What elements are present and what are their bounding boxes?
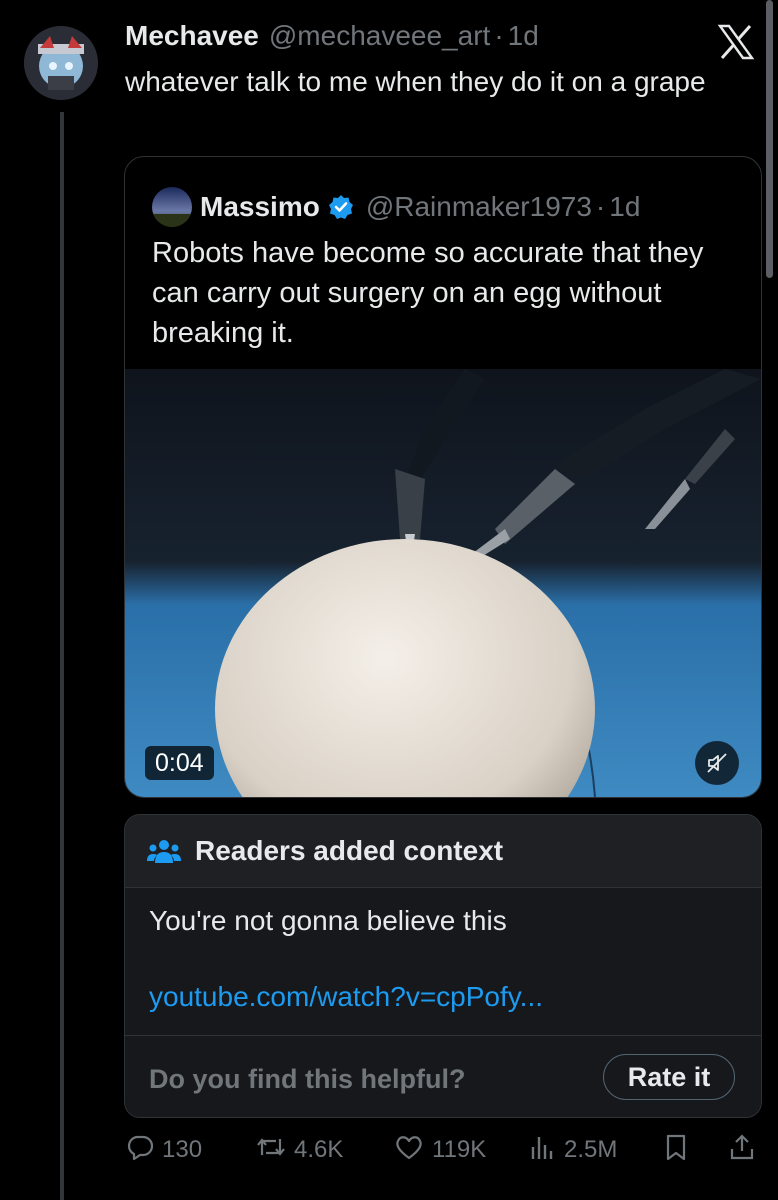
note-body: You're not gonna believe this xyxy=(149,905,507,936)
community-note: Readers added context You're not gonna b… xyxy=(124,814,762,1118)
author-name[interactable]: Mechavee xyxy=(125,20,259,52)
reply-button[interactable]: 130 xyxy=(126,1130,202,1170)
author-handle[interactable]: @mechaveee_art xyxy=(269,20,490,52)
helpful-prompt: Do you find this helpful? xyxy=(149,1064,466,1094)
note-link[interactable]: youtube.com/watch?v=cpPofy... xyxy=(149,981,543,1013)
views-button[interactable]: 2.5M xyxy=(528,1130,617,1170)
bookmark-icon xyxy=(662,1133,698,1168)
rate-it-button[interactable]: Rate it xyxy=(603,1054,735,1100)
x-logo-icon[interactable] xyxy=(716,22,756,62)
repost-icon xyxy=(256,1133,294,1168)
view-count: 2.5M xyxy=(564,1136,618,1163)
tweet-header: Mechavee @mechaveee_art · 1d xyxy=(125,20,539,56)
bookmark-button[interactable] xyxy=(662,1130,698,1170)
quote-separator: · xyxy=(595,191,606,222)
share-button[interactable] xyxy=(728,1130,764,1170)
quote-text: Robots have become so accurate that they… xyxy=(152,237,704,349)
reply-icon xyxy=(126,1133,162,1168)
like-count: 119K xyxy=(432,1136,487,1163)
video-duration: 0:04 xyxy=(145,746,214,780)
note-title: Readers added context xyxy=(195,835,504,866)
tweet-text: whatever talk to me when they do it on a… xyxy=(125,66,706,97)
reply-count: 130 xyxy=(162,1136,203,1163)
tweet-time[interactable]: 1d xyxy=(508,20,539,52)
repost-count: 4.6K xyxy=(294,1136,344,1163)
quote-avatar[interactable] xyxy=(152,187,192,227)
like-button[interactable]: 119K xyxy=(394,1130,486,1170)
share-icon xyxy=(728,1133,764,1168)
separator: · xyxy=(494,20,504,51)
action-bar: 130 4.6K 119K 2.5M xyxy=(124,1130,764,1170)
author-avatar[interactable] xyxy=(24,26,98,100)
video-player[interactable]: 0:04 xyxy=(125,369,761,797)
note-header: Readers added context xyxy=(125,815,761,888)
repost-button[interactable]: 4.6K xyxy=(256,1130,343,1170)
like-icon xyxy=(394,1133,432,1168)
scrollbar[interactable] xyxy=(766,0,773,278)
quote-author-handle[interactable]: @Rainmaker1973 xyxy=(366,191,592,223)
quote-time[interactable]: 1d xyxy=(609,191,640,223)
verified-badge-icon xyxy=(328,194,354,220)
mute-icon[interactable] xyxy=(695,741,739,785)
quote-header: Massimo @Rainmaker1973 · 1d xyxy=(152,187,640,227)
thread-line xyxy=(60,112,64,1200)
quoted-tweet[interactable]: Massimo @Rainmaker1973 · 1d Robots have … xyxy=(124,156,762,798)
note-footer: Do you find this helpful? Rate it xyxy=(125,1035,761,1117)
views-icon xyxy=(528,1133,564,1168)
quote-author-name[interactable]: Massimo xyxy=(200,191,320,223)
people-icon xyxy=(147,837,181,870)
